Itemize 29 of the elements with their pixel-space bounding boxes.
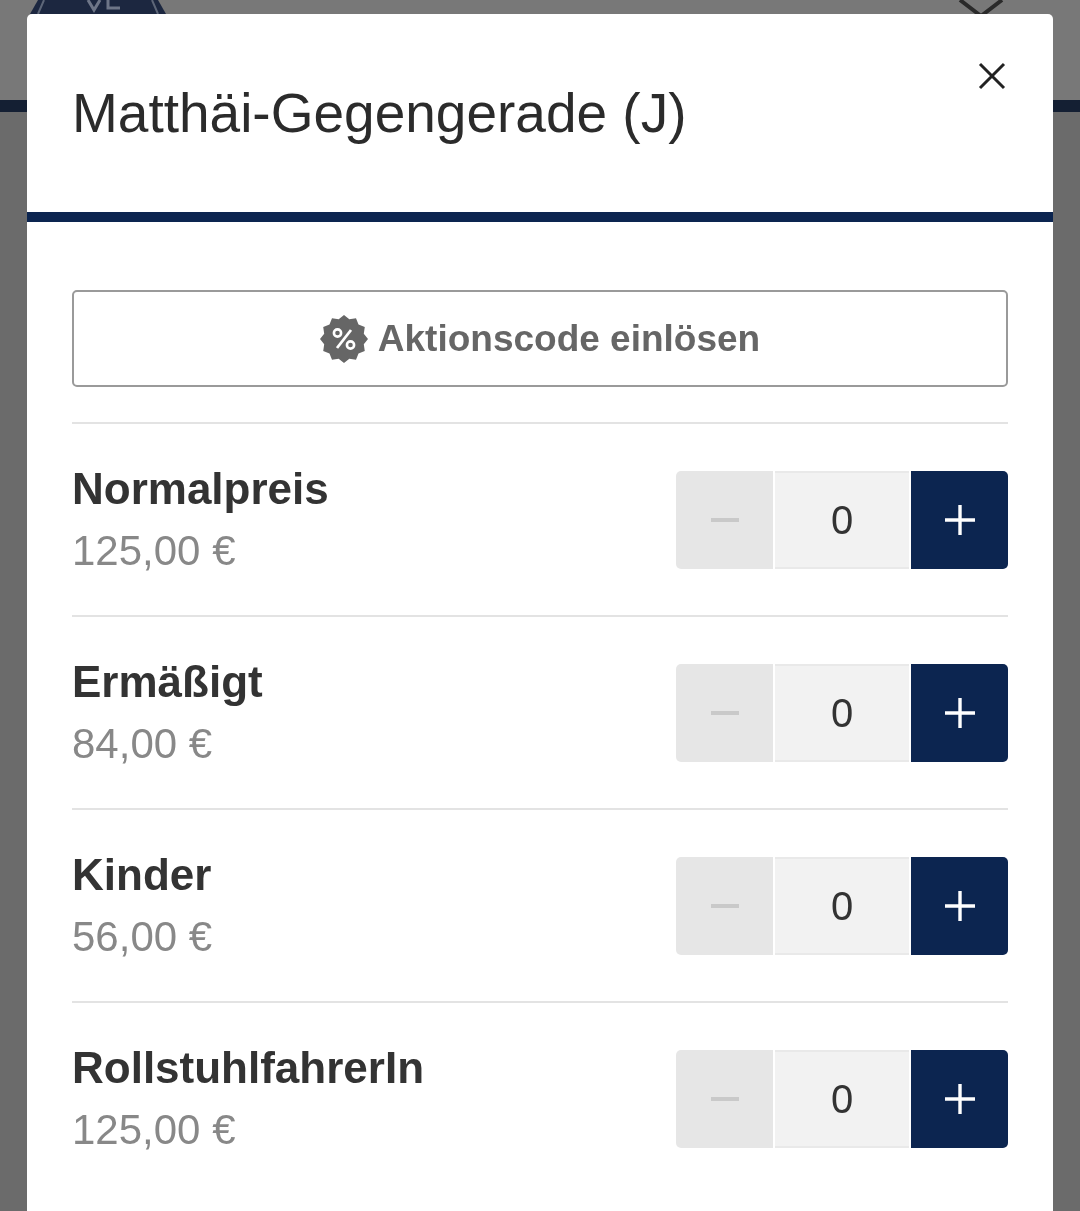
increment-button[interactable] (911, 663, 1008, 762)
plus-icon (944, 504, 975, 535)
plus-icon (944, 1083, 975, 1114)
ticket-price: 125,00 € (72, 1105, 237, 1155)
ticket-type-name: Kinder (72, 849, 213, 901)
quantity-display: 0 (775, 663, 909, 762)
minus-icon (710, 517, 739, 522)
plus-icon (944, 697, 975, 728)
plus-icon (944, 890, 975, 921)
increment-button[interactable] (911, 470, 1008, 569)
ticket-type-name: Ermäßigt (72, 656, 263, 708)
quantity-display: 0 (775, 1049, 909, 1148)
ticket-price: 125,00 € (72, 526, 237, 576)
increment-button[interactable] (911, 856, 1008, 955)
close-icon (978, 62, 1006, 90)
minus-icon (710, 1096, 739, 1101)
quantity-display: 0 (775, 470, 909, 569)
percent-badge-icon (319, 314, 368, 363)
minus-icon (710, 710, 739, 715)
quantity-display: 0 (775, 856, 909, 955)
ticket-price: 84,00 € (72, 719, 214, 769)
emblem-icon (30, 0, 166, 14)
ticket-type-name: Normalpreis (72, 463, 329, 515)
ticket-price: 56,00 € (72, 912, 213, 962)
minus-icon (710, 903, 739, 908)
promo-code-button[interactable]: Aktionscode einlösen (72, 290, 1008, 387)
dialog-title: Matthäi-Gegengerade (J) (72, 81, 687, 146)
ticket-type-name: RollstuhlfahrerIn (72, 1042, 425, 1094)
increment-button[interactable] (911, 1049, 1008, 1148)
